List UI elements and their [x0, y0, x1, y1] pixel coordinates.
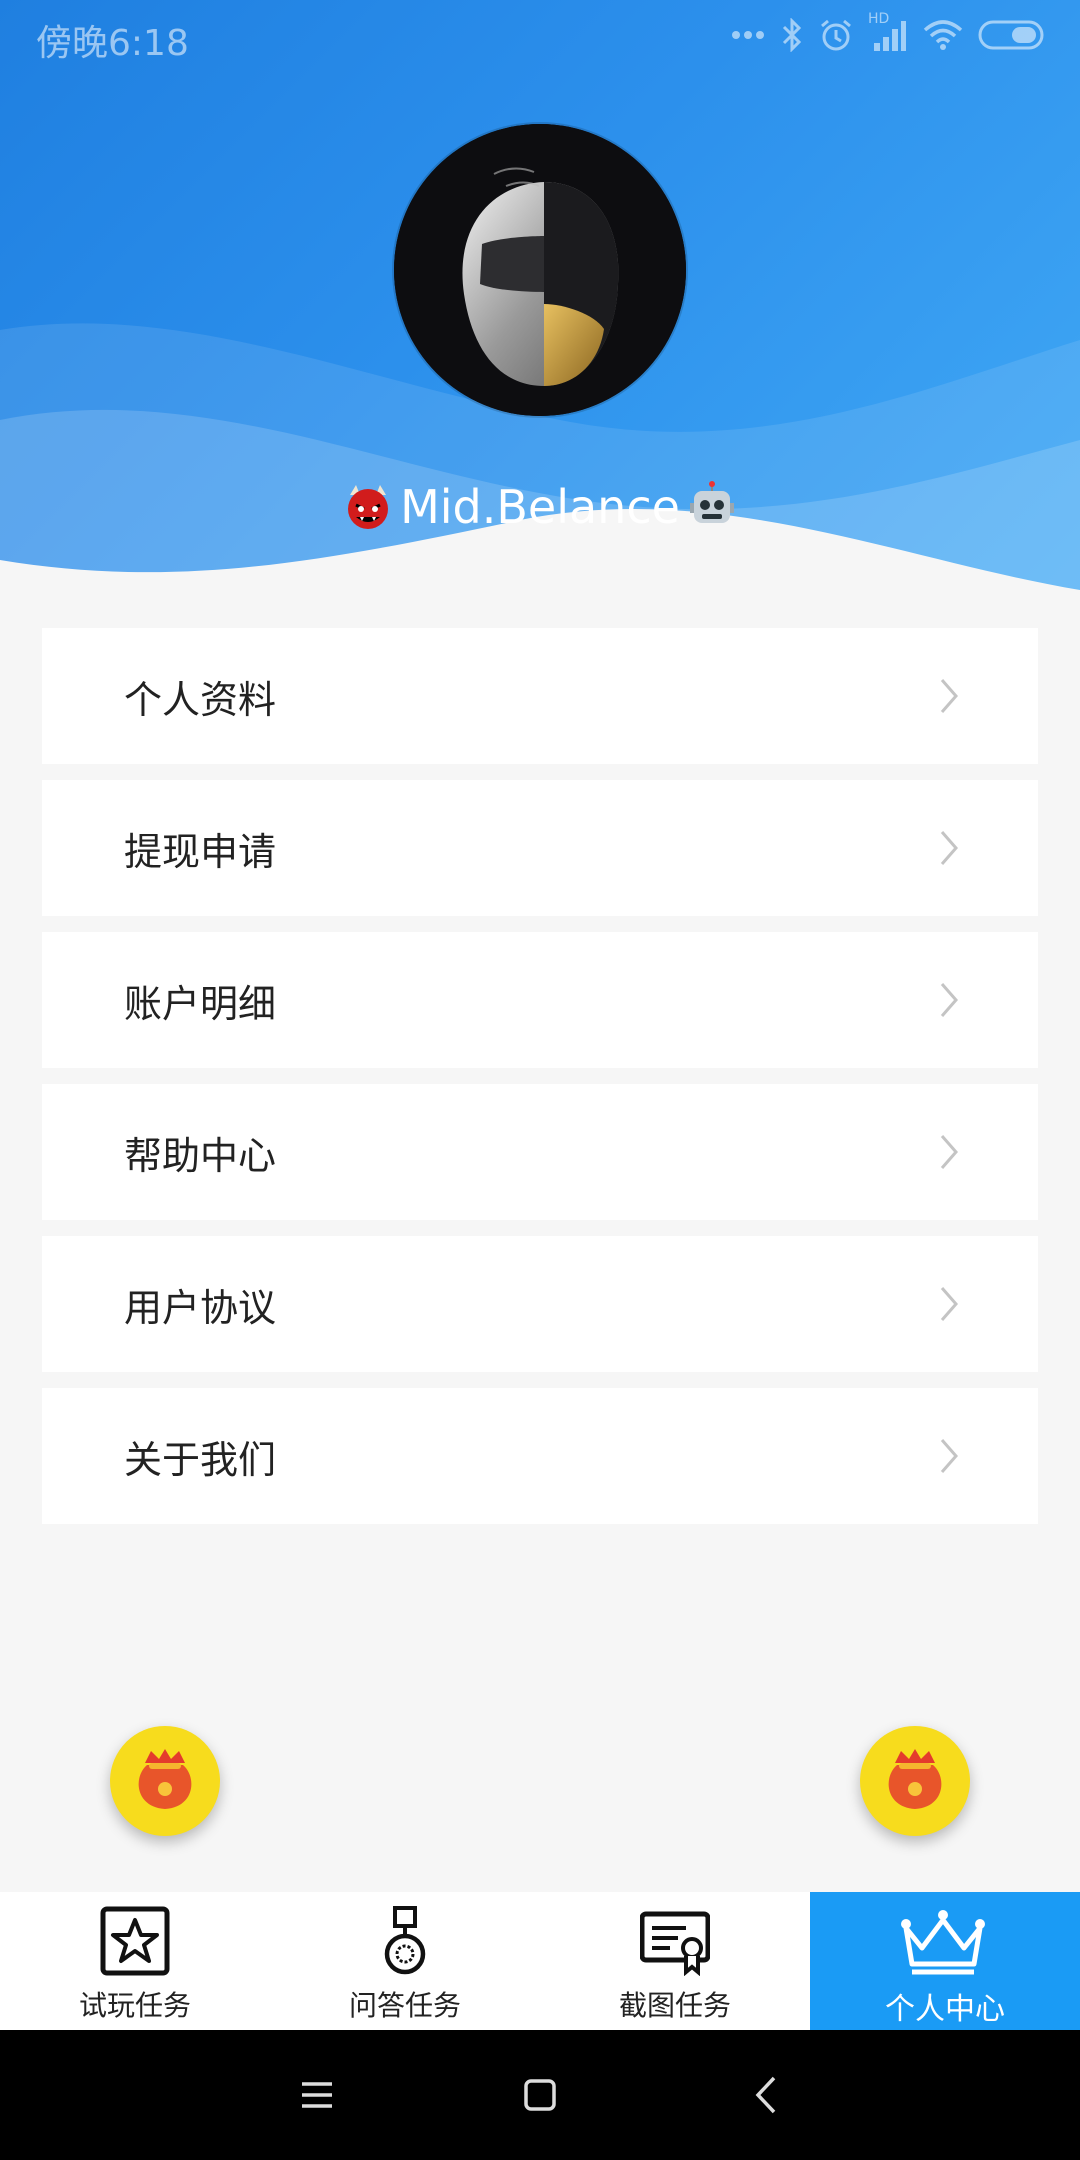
crown-icon: [901, 1910, 985, 1975]
bluetooth-icon: [782, 18, 802, 52]
profile-header: 傍晚6:18 HD Mid.Belance: [0, 0, 1080, 620]
chevron-right-icon: [940, 1439, 958, 1473]
medal-icon: [384, 1906, 426, 1975]
tab-label: 个人中心: [885, 1992, 1005, 2027]
home-icon[interactable]: [515, 2070, 565, 2120]
username: Mid.Belance: [400, 480, 680, 534]
chevron-right-icon: [940, 983, 958, 1017]
menu-item-label: 用户协议: [124, 1285, 277, 1330]
lucky-bag-button-left[interactable]: [110, 1726, 220, 1836]
menu-item-label: 关于我们: [124, 1437, 277, 1482]
chevron-right-icon: [940, 1135, 958, 1169]
tab-label: 试玩任务: [78, 1989, 191, 2022]
robot-emoji-icon: [689, 481, 734, 523]
system-nav-bar: [0, 2030, 1080, 2160]
lucky-bag-button-right[interactable]: [860, 1726, 970, 1836]
chevron-right-icon: [940, 1287, 958, 1321]
tab-screenshot-tasks[interactable]: 截图任务: [540, 1892, 810, 2030]
menu-item-about[interactable]: 关于我们: [42, 1388, 1038, 1524]
star-frame-icon: [100, 1906, 170, 1976]
lucky-bag-icon: [138, 1749, 192, 1809]
chevron-right-icon: [940, 831, 958, 865]
status-bar: 傍晚6:18 HD: [0, 0, 1080, 70]
battery-icon: [978, 20, 1044, 50]
avatar[interactable]: [394, 124, 686, 416]
username-row: Mid.Belance: [0, 480, 1080, 534]
tab-label: 截图任务: [618, 1989, 731, 2022]
wifi-icon: [923, 20, 963, 50]
status-icons: HD: [730, 10, 1046, 60]
menu-item-account-details[interactable]: 账户明细: [42, 932, 1038, 1068]
tab-label: 问答任务: [348, 1989, 461, 2022]
lucky-bag-icon: [888, 1749, 942, 1809]
menu-item-help[interactable]: 帮助中心: [42, 1084, 1038, 1220]
tab-personal-center[interactable]: 个人中心: [810, 1892, 1080, 2030]
menu-item-label: 帮助中心: [124, 1133, 277, 1178]
menu-icon[interactable]: [292, 2070, 342, 2120]
alarm-icon: [821, 19, 851, 51]
menu-item-profile[interactable]: 个人资料: [42, 628, 1038, 764]
menu-item-agreement[interactable]: 用户协议: [42, 1236, 1038, 1372]
chevron-right-icon: [940, 679, 958, 713]
ogre-emoji-icon: [348, 485, 389, 529]
back-icon[interactable]: [742, 2070, 792, 2120]
status-time: 傍晚6:18: [36, 23, 189, 64]
bottom-tab-bar: 试玩任务 问答任务 截图任务 个人中心: [0, 1892, 1080, 2030]
menu-item-label: 个人资料: [124, 677, 277, 722]
tab-qa-tasks[interactable]: 问答任务: [270, 1892, 540, 2030]
menu-item-label: 账户明细: [124, 981, 277, 1026]
menu-item-label: 提现申请: [124, 829, 277, 874]
certificate-icon: [640, 1911, 710, 1976]
signal-icon: HD: [868, 11, 908, 55]
more-dots-icon: [732, 31, 764, 39]
menu-list: 个人资料 提现申请 账户明细 帮助中心 用户协议 关于我们: [42, 628, 1038, 1540]
helmet-avatar-image: [394, 124, 686, 416]
tab-trial-tasks[interactable]: 试玩任务: [0, 1892, 270, 2030]
menu-item-withdraw[interactable]: 提现申请: [42, 780, 1038, 916]
